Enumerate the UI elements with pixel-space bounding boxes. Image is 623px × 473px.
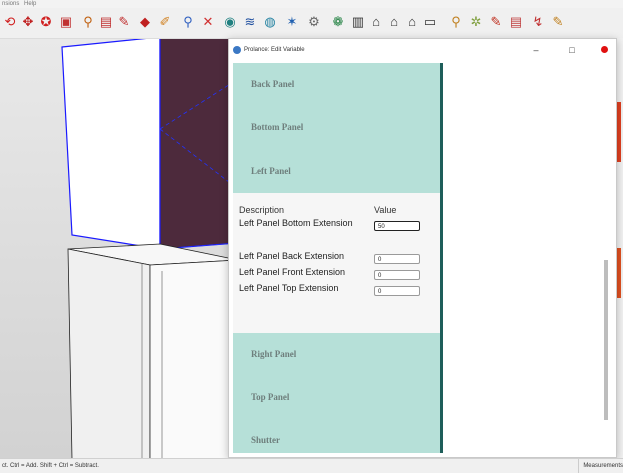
base-cabinet-front (67, 248, 151, 458)
left-panel-variables: Description Value Left Panel Bottom Exte… (233, 193, 440, 333)
accordion-shutter[interactable]: Shutter (233, 419, 440, 453)
pencil-icon[interactable]: ✎ (488, 14, 504, 30)
accordion-label: Back Panel (251, 79, 295, 89)
toolbar: ⟲ ✥ ✪ ▣ ⚲ ▤ ✎ ◆ ✐ ⚲ ✕ ◉ ≋ ◍ ✶ ⚙ ❁ ▥ ⌂ ⌂ ⌂ ▭ ⚲ ✲ ✎ ▤ ↯ ✎ (0, 8, 623, 39)
cabinet-top-box-side (159, 39, 239, 250)
tape-icon[interactable]: ⚲ (80, 14, 96, 30)
accordion-right-panel[interactable]: Right Panel (233, 333, 440, 377)
rotate-icon[interactable]: ✪ (38, 14, 54, 30)
edit-variable-dialog: Prolance: Edit Variable – □ Back Panel B… (228, 38, 617, 458)
menu-item-help[interactable]: Help (24, 0, 36, 8)
accordion-back-panel[interactable]: Back Panel (233, 63, 440, 107)
zoom-extents-icon[interactable]: ✕ (200, 14, 216, 30)
menu-item-extensions[interactable]: nsions (2, 0, 19, 8)
orbit-icon[interactable]: ⟲ (2, 14, 18, 30)
accordion-label: Shutter (251, 435, 280, 445)
text-icon[interactable]: ▤ (98, 14, 114, 30)
home-icon[interactable]: ⌂ (368, 14, 384, 30)
house-outline-icon[interactable]: ⌂ (404, 14, 420, 30)
globe-icon[interactable]: ❁ (330, 14, 346, 30)
paint-icon[interactable]: ✎ (116, 14, 132, 30)
sparkle-icon[interactable]: ✲ (468, 14, 484, 30)
accordion-top-panel[interactable]: Top Panel (233, 376, 440, 420)
status-bar: ct. Ctrl = Add. Shift + Ctrl = Subtract.… (0, 458, 623, 473)
base-cabinet-side (149, 259, 239, 458)
variable-label: Left Panel Back Extension (239, 251, 345, 261)
variable-label: Left Panel Front Extension (239, 267, 346, 277)
dialog-scrollbar[interactable] (604, 260, 608, 420)
settings-icon[interactable]: ⚙ (306, 14, 322, 30)
pattern-icon[interactable]: ≋ (242, 14, 258, 30)
menu-bar: nsions Help (0, 0, 623, 8)
style-icon[interactable]: ✶ (284, 14, 300, 30)
dialog-titlebar[interactable]: Prolance: Edit Variable – □ (229, 39, 616, 61)
walk-icon[interactable]: ✐ (157, 14, 173, 30)
material-icon[interactable]: ◍ (262, 14, 278, 30)
maximize-button[interactable]: □ (565, 43, 579, 57)
bottom-extension-input[interactable]: 50 (374, 221, 420, 231)
accordion-bottom-panel[interactable]: Bottom Panel (233, 106, 440, 150)
wand-icon[interactable]: ⚲ (448, 14, 464, 30)
dialog-title: Prolance: Edit Variable (244, 47, 305, 53)
brush-icon[interactable]: ✎ (550, 14, 566, 30)
accordion-label: Right Panel (251, 349, 297, 359)
zoom-icon[interactable]: ⚲ (180, 14, 196, 30)
app-icon (233, 46, 241, 54)
book-icon[interactable]: ▥ (350, 14, 366, 30)
measurements-box[interactable]: Measurements (578, 459, 623, 473)
front-extension-input[interactable]: 0 (374, 270, 420, 280)
accordion-label: Bottom Panel (251, 122, 304, 132)
variable-accordion: Back Panel Bottom Panel Left Panel Descr… (233, 63, 443, 453)
cabinet-top-box-front (61, 39, 161, 250)
scale-icon[interactable]: ▣ (58, 14, 74, 30)
accordion-label: Top Panel (251, 392, 290, 402)
house-icon[interactable]: ⌂ (386, 14, 402, 30)
accordion-label: Left Panel (251, 166, 291, 176)
section-icon[interactable]: ◆ (137, 14, 153, 30)
component-icon[interactable]: ◉ (222, 14, 238, 30)
value-header: Value (374, 205, 397, 215)
arrow-icon[interactable]: ↯ (530, 14, 546, 30)
variable-label: Left Panel Bottom Extension (239, 218, 353, 228)
box-icon[interactable]: ▭ (422, 14, 438, 30)
back-extension-input[interactable]: 0 (374, 254, 420, 264)
accordion-left-panel[interactable]: Left Panel (233, 149, 440, 194)
pan-icon[interactable]: ✥ (20, 14, 36, 30)
minimize-button[interactable]: – (529, 43, 543, 57)
status-hint: ct. Ctrl = Add. Shift + Ctrl = Subtract. (2, 463, 99, 469)
record-indicator-icon (601, 46, 608, 53)
variable-label: Left Panel Top Extension (239, 283, 339, 293)
top-extension-input[interactable]: 0 (374, 286, 420, 296)
description-header: Description (239, 205, 285, 215)
doc-icon[interactable]: ▤ (508, 14, 524, 30)
